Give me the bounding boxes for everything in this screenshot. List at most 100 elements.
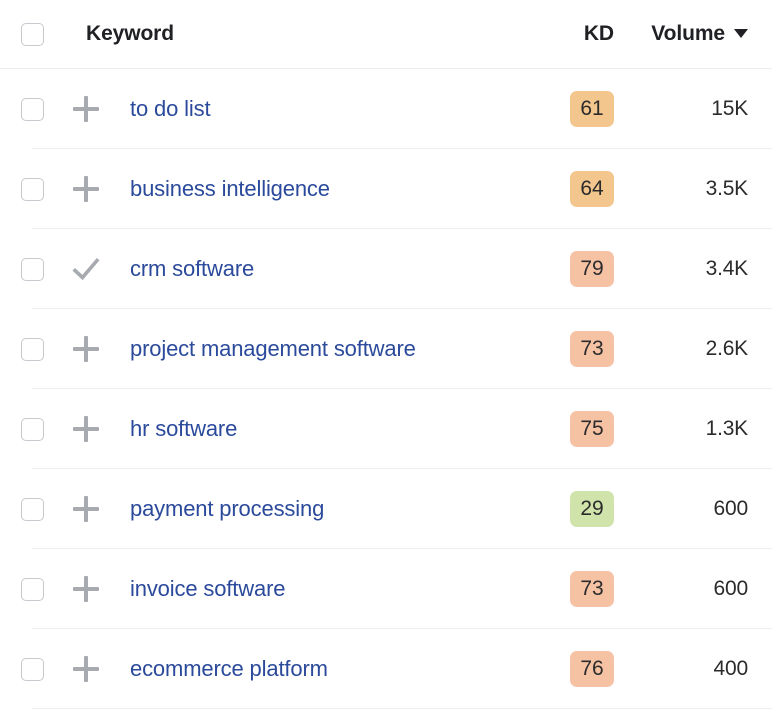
keyword-link[interactable]: business intelligence <box>130 176 330 202</box>
kd-column-label: KD <box>583 22 614 45</box>
table-row: project management software 73 2.6K <box>0 309 772 389</box>
row-checkbox[interactable] <box>20 577 44 601</box>
kd-cell: 29 <box>552 491 642 527</box>
volume-cell: 2.6K <box>642 337 772 361</box>
volume-value: 2.6K <box>705 337 749 360</box>
table-row: hr software 75 1.3K <box>0 389 772 469</box>
row-checkbox[interactable] <box>20 657 44 681</box>
plus-icon <box>73 416 99 442</box>
keyword-table: Keyword KD Volume to do list 61 15K busines… <box>0 0 772 709</box>
row-checkbox-cell <box>0 97 64 121</box>
volume-cell: 15K <box>642 97 772 121</box>
kd-cell: 75 <box>552 411 642 447</box>
row-checkbox[interactable] <box>20 497 44 521</box>
row-checkbox-cell <box>0 337 64 361</box>
row-action-cell[interactable] <box>64 256 108 282</box>
kd-cell: 79 <box>552 251 642 287</box>
volume-value: 600 <box>713 577 749 600</box>
plus-icon <box>73 576 99 602</box>
select-all-checkbox[interactable] <box>20 22 44 46</box>
volume-value: 600 <box>713 497 749 520</box>
keyword-link[interactable]: hr software <box>130 416 237 442</box>
volume-value: 3.4K <box>705 257 749 280</box>
row-checkbox[interactable] <box>20 417 44 441</box>
kd-cell: 61 <box>552 91 642 127</box>
caret-down-icon <box>734 28 748 38</box>
select-all-checkbox-cell <box>0 22 64 46</box>
keyword-cell: payment processing <box>108 496 552 522</box>
kd-cell: 76 <box>552 651 642 687</box>
table-row: invoice software 73 600 <box>0 549 772 629</box>
table-row: ecommerce platform 76 400 <box>0 629 772 709</box>
volume-cell: 400 <box>642 657 772 681</box>
row-checkbox[interactable] <box>20 97 44 121</box>
keyword-column-label: Keyword <box>86 22 174 45</box>
table-body: to do list 61 15K business intelligence 64 3.… <box>0 69 772 709</box>
kd-badge: 79 <box>570 251 614 287</box>
kd-badge: 75 <box>570 411 614 447</box>
row-action-cell[interactable] <box>64 96 108 122</box>
volume-column-header[interactable]: Volume <box>642 22 772 46</box>
plus-icon <box>73 176 99 202</box>
volume-cell: 600 <box>642 577 772 601</box>
keyword-link[interactable]: payment processing <box>130 496 324 522</box>
keyword-cell: business intelligence <box>108 176 552 202</box>
keyword-column-header[interactable]: Keyword <box>64 22 552 46</box>
volume-cell: 3.4K <box>642 257 772 281</box>
keyword-cell: ecommerce platform <box>108 656 552 682</box>
keyword-link[interactable]: crm software <box>130 256 254 282</box>
row-action-cell[interactable] <box>64 656 108 682</box>
keyword-cell: crm software <box>108 256 552 282</box>
plus-icon <box>73 496 99 522</box>
row-checkbox-cell <box>0 177 64 201</box>
keyword-cell: invoice software <box>108 576 552 602</box>
plus-icon <box>73 336 99 362</box>
volume-value: 400 <box>713 657 749 680</box>
kd-badge: 76 <box>570 651 614 687</box>
keyword-cell: project management software <box>108 336 552 362</box>
row-checkbox-cell <box>0 497 64 521</box>
row-checkbox-cell <box>0 657 64 681</box>
table-row: crm software 79 3.4K <box>0 229 772 309</box>
keyword-link[interactable]: to do list <box>130 96 211 122</box>
volume-column-label: Volume <box>651 22 725 45</box>
table-row: to do list 61 15K <box>0 69 772 149</box>
volume-cell: 3.5K <box>642 177 772 201</box>
row-checkbox[interactable] <box>20 337 44 361</box>
row-action-cell[interactable] <box>64 416 108 442</box>
keyword-link[interactable]: ecommerce platform <box>130 656 328 682</box>
kd-column-header[interactable]: KD <box>552 22 642 46</box>
table-header-row: Keyword KD Volume <box>0 0 772 69</box>
plus-icon <box>73 96 99 122</box>
row-checkbox-cell <box>0 577 64 601</box>
kd-cell: 73 <box>552 571 642 607</box>
volume-value: 3.5K <box>705 177 749 200</box>
volume-value: 1.3K <box>705 417 749 440</box>
volume-cell: 1.3K <box>642 417 772 441</box>
volume-header-wrap: Volume <box>651 22 748 46</box>
row-checkbox-cell <box>0 417 64 441</box>
row-checkbox[interactable] <box>20 177 44 201</box>
kd-badge: 64 <box>570 171 614 207</box>
table-row: payment processing 29 600 <box>0 469 772 549</box>
kd-cell: 64 <box>552 171 642 207</box>
kd-badge: 29 <box>570 491 614 527</box>
kd-badge: 73 <box>570 571 614 607</box>
row-action-cell[interactable] <box>64 176 108 202</box>
kd-cell: 73 <box>552 331 642 367</box>
table-row: business intelligence 64 3.5K <box>0 149 772 229</box>
kd-badge: 73 <box>570 331 614 367</box>
row-action-cell[interactable] <box>64 336 108 362</box>
volume-cell: 600 <box>642 497 772 521</box>
volume-value: 15K <box>711 97 748 120</box>
keyword-cell: hr software <box>108 416 552 442</box>
row-checkbox-cell <box>0 257 64 281</box>
keyword-cell: to do list <box>108 96 552 122</box>
row-action-cell[interactable] <box>64 496 108 522</box>
keyword-link[interactable]: invoice software <box>130 576 285 602</box>
keyword-link[interactable]: project management software <box>130 336 416 362</box>
row-action-cell[interactable] <box>64 576 108 602</box>
row-checkbox[interactable] <box>20 257 44 281</box>
check-icon <box>72 257 100 281</box>
kd-badge: 61 <box>570 91 614 127</box>
